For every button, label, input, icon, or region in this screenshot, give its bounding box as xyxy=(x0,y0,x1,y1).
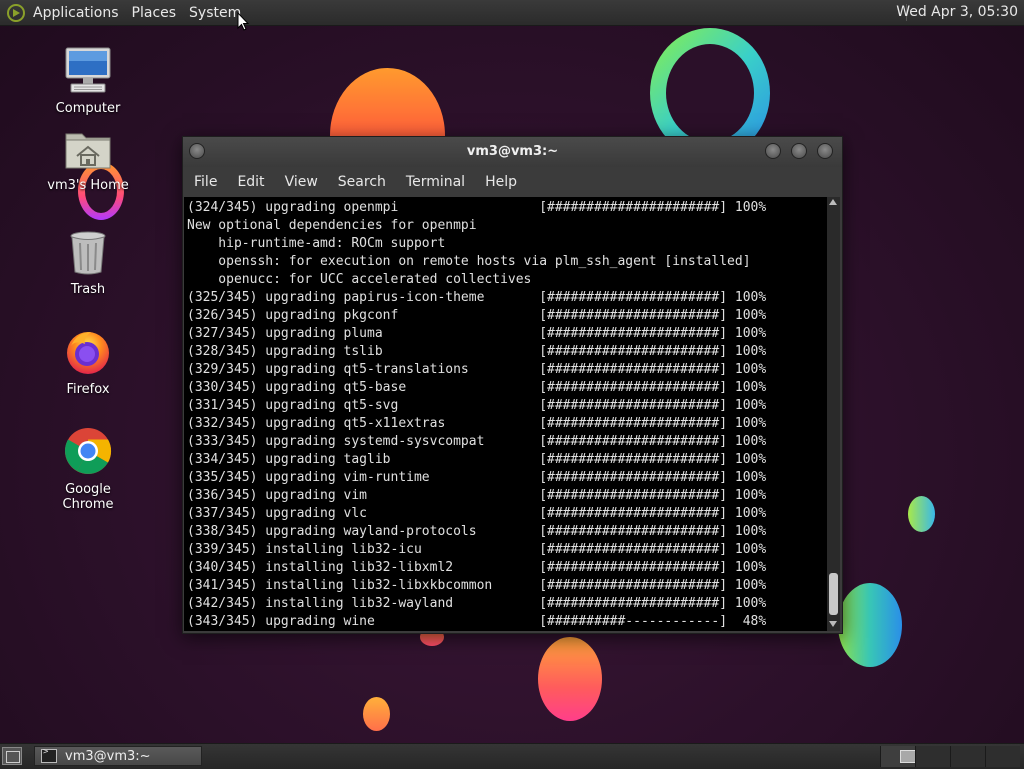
scroll-down-arrow-icon[interactable] xyxy=(829,621,837,627)
terminal-line: (332/345) upgrading qt5-x11extras [#####… xyxy=(187,416,767,431)
terminal-scrollbar[interactable] xyxy=(827,197,840,631)
firefox-icon xyxy=(67,332,109,374)
workspace-4[interactable] xyxy=(985,746,1020,767)
terminal-line: (328/345) upgrading tslib [#############… xyxy=(187,344,767,359)
menu-terminal[interactable]: Terminal xyxy=(396,174,475,190)
terminal-line: (326/345) upgrading pkgconf [###########… xyxy=(187,308,767,323)
scroll-up-arrow-icon[interactable] xyxy=(829,199,837,205)
window-titlebar[interactable]: vm3@vm3:~ xyxy=(183,137,842,167)
terminal-line: (334/345) upgrading taglib [############… xyxy=(187,452,767,467)
terminal-line: (338/345) upgrading wayland-protocols [#… xyxy=(187,524,767,539)
terminal-line: openssh: for execution on remote hosts v… xyxy=(187,254,751,269)
terminal-line: (329/345) upgrading qt5-translations [##… xyxy=(187,362,767,377)
terminal-icon xyxy=(41,747,57,763)
desktop-icon-label: Trash xyxy=(70,282,106,297)
terminal-output[interactable]: (324/345) upgrading openmpi [###########… xyxy=(184,197,827,631)
top-panel: Applications Places System Wed Apr 3, 05… xyxy=(0,0,1024,26)
terminal-line: hip-runtime-amd: ROCm support xyxy=(187,236,446,251)
places-menu[interactable]: Places xyxy=(126,5,184,21)
desktop-icon-chrome[interactable]: Google Chrome xyxy=(38,426,138,512)
desktop-icon-home[interactable]: vm3's Home xyxy=(38,128,138,193)
workspace-switcher xyxy=(880,746,1024,767)
workspace-2[interactable] xyxy=(915,746,950,767)
taskbar-item-label: vm3@vm3:~ xyxy=(65,748,151,764)
workspace-1[interactable] xyxy=(880,746,918,767)
terminal-line: (333/345) upgrading systemd-sysvcompat [… xyxy=(187,434,767,449)
terminal-line: (340/345) installing lib32-libxml2 [####… xyxy=(187,560,767,575)
trash-icon xyxy=(70,231,106,275)
computer-icon xyxy=(65,47,111,93)
terminal-menubar: File Edit View Search Terminal Help xyxy=(183,167,842,197)
close-button[interactable] xyxy=(817,143,833,159)
terminal-line: (337/345) upgrading vlc [###############… xyxy=(187,506,767,521)
terminal-line: (342/345) installing lib32-wayland [####… xyxy=(187,596,767,611)
desktop-icon-trash[interactable]: Trash xyxy=(38,228,138,297)
show-desktop-button[interactable] xyxy=(2,747,22,765)
terminal-line: (327/345) upgrading pluma [#############… xyxy=(187,326,767,341)
terminal-line: (330/345) upgrading qt5-base [##########… xyxy=(187,380,767,395)
mouse-pointer-icon xyxy=(237,12,249,31)
workspace-3[interactable] xyxy=(950,746,985,767)
terminal-line: (341/345) installing lib32-libxkbcommon … xyxy=(187,578,767,593)
panel-clock[interactable]: Wed Apr 3, 05:30 xyxy=(896,4,1018,20)
terminal-line: (335/345) upgrading vim-runtime [#######… xyxy=(187,470,767,485)
desktop-icon-label: Google Chrome xyxy=(62,482,114,512)
wallpaper-orange-blob-bottom xyxy=(538,637,602,721)
desktop-icon-firefox[interactable]: Firefox xyxy=(38,326,138,397)
bottom-panel: vm3@vm3:~ xyxy=(0,743,1024,769)
maximize-button[interactable] xyxy=(791,143,807,159)
terminal-line: (336/345) upgrading vim [###############… xyxy=(187,488,767,503)
terminal-window[interactable]: vm3@vm3:~ File Edit View Search Terminal… xyxy=(182,136,843,634)
wallpaper-green-blob xyxy=(838,583,902,667)
terminal-line: (324/345) upgrading openmpi [###########… xyxy=(187,200,767,215)
menu-help[interactable]: Help xyxy=(475,174,527,190)
desktop-icon-label: vm3's Home xyxy=(47,178,129,193)
terminal-text: (324/345) upgrading openmpi [###########… xyxy=(184,197,827,631)
menu-file[interactable]: File xyxy=(183,174,227,190)
applications-menu[interactable]: Applications xyxy=(31,5,126,21)
home-folder-icon xyxy=(65,133,111,169)
scrollbar-thumb[interactable] xyxy=(829,573,838,615)
window-title: vm3@vm3:~ xyxy=(466,144,559,159)
mate-logo-icon[interactable] xyxy=(7,3,25,22)
menu-view[interactable]: View xyxy=(275,174,328,190)
terminal-line: (331/345) upgrading qt5-svg [###########… xyxy=(187,398,767,413)
menu-search[interactable]: Search xyxy=(328,174,396,190)
minimize-button[interactable] xyxy=(765,143,781,159)
desktop-icon-label: Firefox xyxy=(66,382,110,397)
wallpaper-small-green-blob xyxy=(908,496,935,532)
terminal-line: New optional dependencies for openmpi xyxy=(187,218,477,233)
chrome-icon xyxy=(65,428,112,474)
taskbar-item-terminal[interactable]: vm3@vm3:~ xyxy=(34,746,202,766)
terminal-line: openucc: for UCC accelerated collectives xyxy=(187,272,532,287)
terminal-line: (339/345) installing lib32-icu [########… xyxy=(187,542,767,557)
terminal-line: (343/345) upgrading wine [##########----… xyxy=(187,614,767,629)
menu-edit[interactable]: Edit xyxy=(227,174,274,190)
terminal-line: (325/345) upgrading papirus-icon-theme [… xyxy=(187,290,767,305)
desktop-icon-computer[interactable]: Computer xyxy=(38,45,138,116)
wallpaper-small-orange-blob xyxy=(363,697,390,731)
desktop-icon-label: Computer xyxy=(55,101,121,116)
